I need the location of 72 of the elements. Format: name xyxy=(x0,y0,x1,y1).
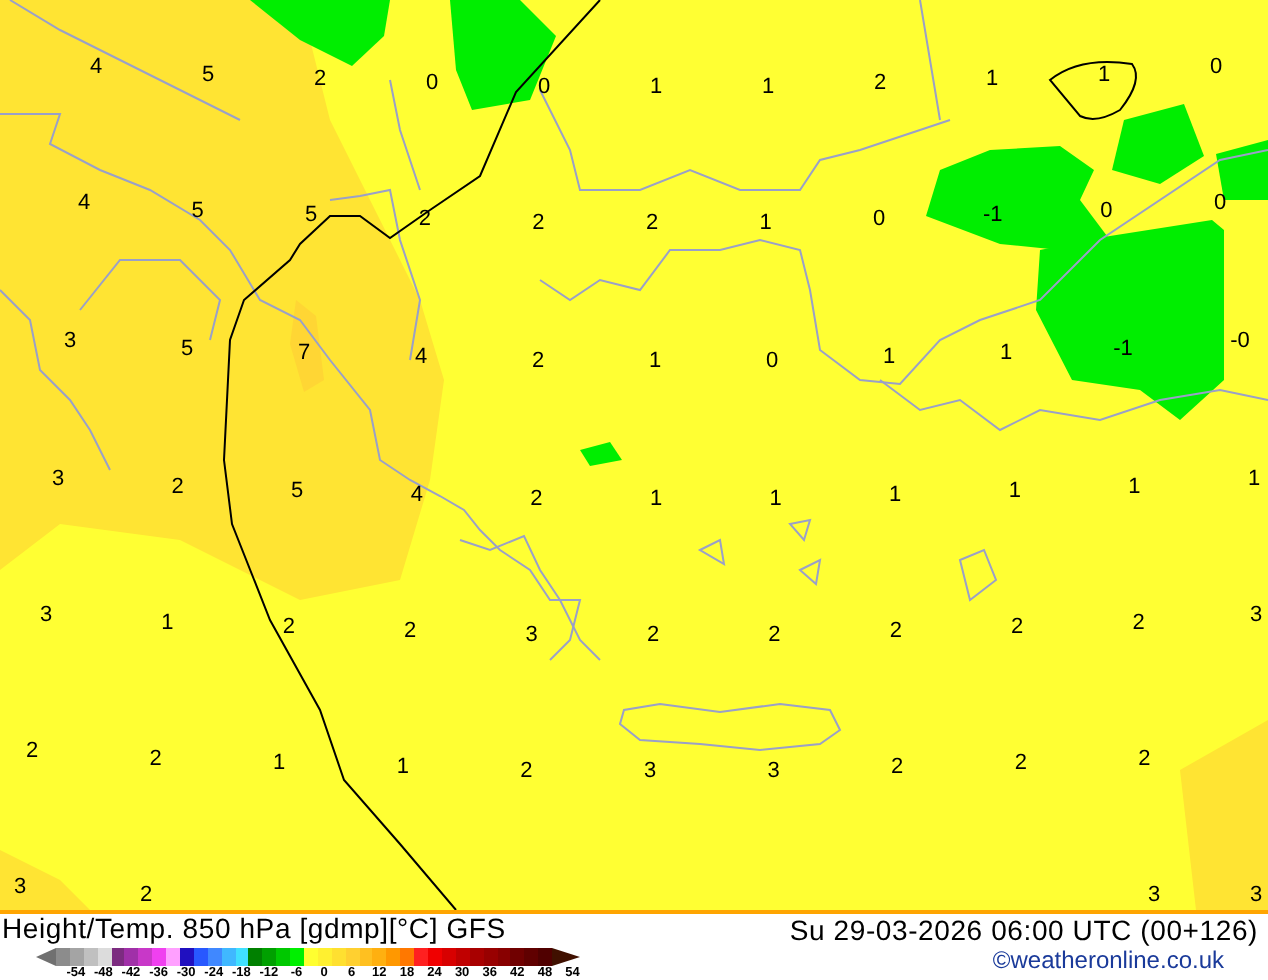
temperature-label: 1 xyxy=(1008,481,1021,504)
temperature-label: 4 xyxy=(77,193,91,215)
temperature-label: 0 xyxy=(1209,57,1223,79)
temperature-label: 1 xyxy=(985,69,999,92)
temperature-label: 5 xyxy=(201,64,215,87)
temperature-label: 2 xyxy=(530,488,543,511)
temperature-label: 5 xyxy=(191,200,204,223)
temperature-label: 3 xyxy=(1249,885,1263,907)
temperature-label: 3 xyxy=(525,624,538,647)
temperature-label: 2 xyxy=(873,73,887,96)
temperature-label: 3 xyxy=(643,761,657,783)
credit-text: ©weatheronline.co.uk xyxy=(992,946,1224,976)
temperature-label: 1 xyxy=(882,347,896,370)
temperature-label: 2 xyxy=(1132,612,1145,635)
temperature-label: 2 xyxy=(1014,753,1027,776)
temperature-label: 3 xyxy=(63,331,77,353)
temperature-label: 1 xyxy=(396,757,409,780)
temperature-label: 2 xyxy=(1011,617,1024,640)
temperature-label: 3 xyxy=(1249,605,1263,627)
valid-time: Su 29-03-2026 06:00 UTC (00+126) xyxy=(789,914,1258,946)
temperature-label: 7 xyxy=(297,343,311,366)
temperature-label: 2 xyxy=(1138,748,1151,771)
temperature-label: 2 xyxy=(149,748,162,771)
chart-title: Height/Temp. 850 hPa [gdmp][°C] GFS xyxy=(2,914,508,944)
temperature-label: 3 xyxy=(767,760,780,783)
temperature-label: 5 xyxy=(180,338,194,361)
temperature-label: 2 xyxy=(404,621,417,644)
temperature-label: 3 xyxy=(1147,885,1161,907)
temperature-label: 2 xyxy=(139,884,153,907)
temperature-label: 1 xyxy=(889,485,902,508)
temperature-label: 1 xyxy=(1247,469,1261,491)
temperature-label: 0 xyxy=(1100,200,1113,223)
temperature-label: 2 xyxy=(768,624,781,647)
temperature-label: 2 xyxy=(645,213,659,235)
temperature-label: 2 xyxy=(646,625,660,647)
temperature-label: 2 xyxy=(520,760,533,783)
temperature-label: 2 xyxy=(891,757,904,780)
temperature-label: 1 xyxy=(273,753,286,776)
temperature-label: 1 xyxy=(649,77,663,99)
temperature-label: 3 xyxy=(51,469,65,491)
temperature-label: 3 xyxy=(13,877,27,899)
temperature-label: 5 xyxy=(291,481,304,504)
temperature-label: 1 xyxy=(161,612,174,635)
temperature-label: 0 xyxy=(537,76,551,99)
temperature-label: 2 xyxy=(531,350,545,373)
temperature-label: 2 xyxy=(282,617,295,640)
temperature-label: 5 xyxy=(305,205,318,228)
temperature-label: 1 xyxy=(649,489,663,511)
temperature-label: 1 xyxy=(1128,476,1141,499)
temperature-label: 2 xyxy=(532,212,545,235)
temperature-label: 2 xyxy=(313,69,327,92)
temperature-label: 1 xyxy=(1097,64,1111,87)
temperature-label: 0 xyxy=(765,350,779,373)
temperature-label: 4 xyxy=(89,57,103,79)
temperature-label: -1 xyxy=(983,205,1003,228)
temperature-label: 1 xyxy=(759,212,772,235)
temperature-label: 3 xyxy=(39,605,53,627)
temperature-label: 1 xyxy=(761,76,775,99)
temperature-label: 1 xyxy=(769,488,782,511)
temperature-label: 0 xyxy=(1213,193,1227,215)
temperature-label: 2 xyxy=(25,741,39,763)
temperature-label: -1 xyxy=(1113,338,1133,361)
temperature-label: 2 xyxy=(418,209,431,232)
temperature-label: 2 xyxy=(171,476,184,499)
temperature-label: 1 xyxy=(648,351,662,373)
temperature-label: 0 xyxy=(425,73,439,96)
temperature-label: 4 xyxy=(414,347,428,370)
temperature-label: -0 xyxy=(1230,331,1250,353)
temperature-label: 2 xyxy=(889,621,902,644)
temperature-label: 1 xyxy=(999,343,1013,366)
temperature-label: 0 xyxy=(873,209,886,232)
temperature-label: 4 xyxy=(410,485,423,508)
